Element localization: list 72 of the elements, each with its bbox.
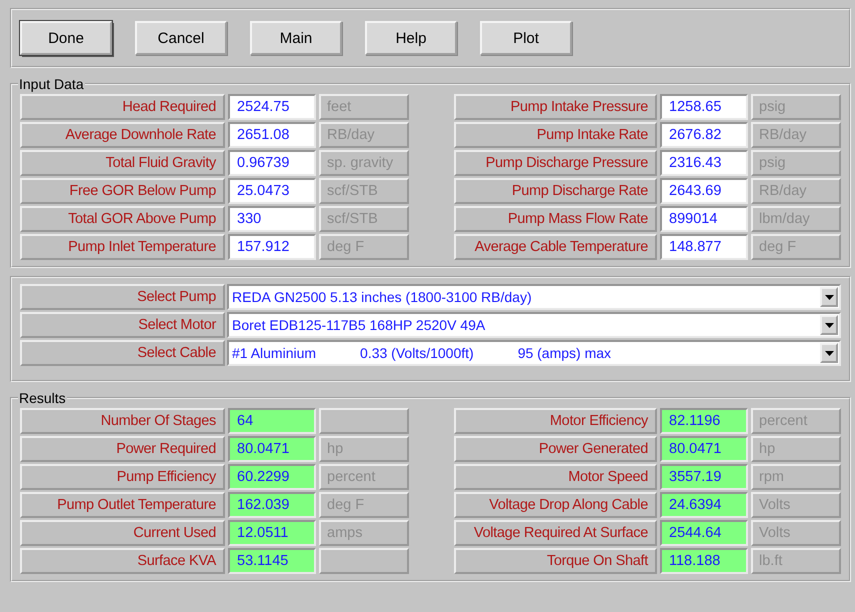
- field-label: Pump Discharge Pressure: [454, 150, 657, 176]
- field-label: Select Cable: [20, 340, 225, 366]
- field-label: Average Downhole Rate: [20, 122, 225, 148]
- result-field: 12.0511: [228, 520, 316, 546]
- toolbar-button[interactable]: Cancel: [135, 21, 227, 55]
- field-label: Pump Intake Pressure: [454, 94, 657, 120]
- toolbar-button[interactable]: Main: [250, 21, 342, 55]
- field-label: Pump Efficiency: [20, 464, 225, 490]
- option-text: 95 (amps) max: [518, 345, 612, 361]
- field-label: Total GOR Above Pump: [20, 206, 225, 232]
- option-text: REDA GN2500 5.13 inches (1800-3100 RB/day): [232, 289, 532, 305]
- select-dropdown[interactable]: REDA GN2500 5.13 inches (1800-3100 RB/day): [227, 284, 841, 310]
- field-label: Pump Mass Flow Rate: [454, 206, 657, 232]
- input-field[interactable]: 157.912: [228, 234, 316, 260]
- field-label: Pump Inlet Temperature: [20, 234, 225, 260]
- dropdown-button[interactable]: [820, 343, 838, 363]
- input-field[interactable]: 2676.82: [660, 122, 748, 148]
- dropdown-button[interactable]: [820, 315, 838, 335]
- input-field[interactable]: 2651.08: [228, 122, 316, 148]
- result-field: 53.1145: [228, 548, 316, 574]
- dropdown-button[interactable]: [820, 287, 838, 307]
- result-field: 2544.64: [660, 520, 748, 546]
- result-field: 24.6394: [660, 492, 748, 518]
- field-label: Number Of Stages: [20, 408, 225, 434]
- toolbar-button[interactable]: Plot: [480, 21, 572, 55]
- field-label: Power Required: [20, 436, 225, 462]
- option-text: 0.33 (Volts/1000ft): [360, 345, 474, 361]
- result-field: 118.188: [660, 548, 748, 574]
- toolbar-button[interactable]: Help: [365, 21, 457, 55]
- result-field: 80.0471: [228, 436, 316, 462]
- group-title: Results: [18, 390, 67, 406]
- field-label: Pump Outlet Temperature: [20, 492, 225, 518]
- input-field[interactable]: 148.877: [660, 234, 748, 260]
- input-field[interactable]: 0.96739: [228, 150, 316, 176]
- result-field: 3557.19: [660, 464, 748, 490]
- caret-icon: [824, 322, 834, 328]
- option-text: Boret EDB125-117B5 168HP 2520V 49A: [232, 317, 486, 333]
- select-dropdown[interactable]: Boret EDB125-117B5 168HP 2520V 49A: [227, 312, 841, 338]
- field-label: Surface KVA: [20, 548, 225, 574]
- input-field[interactable]: 25.0473: [228, 178, 316, 204]
- input-field[interactable]: 2643.69: [660, 178, 748, 204]
- result-field: 60.2299: [228, 464, 316, 490]
- result-field: 162.039: [228, 492, 316, 518]
- input-field[interactable]: 330: [228, 206, 316, 232]
- result-field: 80.0471: [660, 436, 748, 462]
- field-label: Voltage Drop Along Cable: [454, 492, 657, 518]
- field-label: Voltage Required At Surface: [454, 520, 657, 546]
- option-text: #1 Aluminium: [232, 345, 316, 361]
- input-field[interactable]: 2524.75: [228, 94, 316, 120]
- field-label: Pump Discharge Rate: [454, 178, 657, 204]
- field-label: Motor Efficiency: [454, 408, 657, 434]
- select-dropdown[interactable]: #1 Aluminium 0.33 (Volts/1000ft) 95 (amps) max: [227, 340, 841, 366]
- field-label: Motor Speed: [454, 464, 657, 490]
- field-label: Torque On Shaft: [454, 548, 657, 574]
- input-field[interactable]: 2316.43: [660, 150, 748, 176]
- field-label: Free GOR Below Pump: [20, 178, 225, 204]
- group-title: Input Data: [18, 76, 85, 92]
- field-label: Select Motor: [20, 312, 225, 338]
- field-label: Head Required: [20, 94, 225, 120]
- caret-icon: [824, 350, 834, 356]
- caret-icon: [824, 294, 834, 300]
- result-field: 64: [228, 408, 316, 434]
- field-label: Current Used: [20, 520, 225, 546]
- field-label: Power Generated: [454, 436, 657, 462]
- field-label: Pump Intake Rate: [454, 122, 657, 148]
- input-field[interactable]: 899014: [660, 206, 748, 232]
- field-label: Average Cable Temperature: [454, 234, 657, 260]
- result-field: 82.1196: [660, 408, 748, 434]
- field-label: Select Pump: [20, 284, 225, 310]
- input-field[interactable]: 1258.65: [660, 94, 748, 120]
- toolbar-button[interactable]: Done: [20, 21, 112, 55]
- field-label: Total Fluid Gravity: [20, 150, 225, 176]
